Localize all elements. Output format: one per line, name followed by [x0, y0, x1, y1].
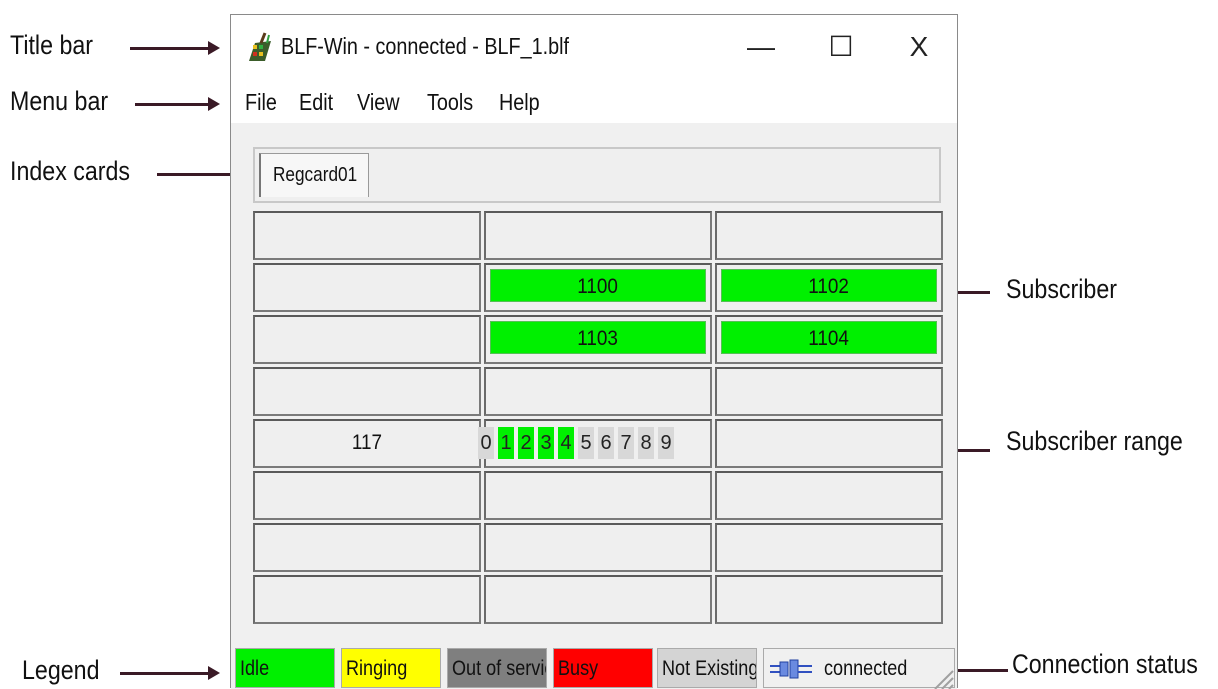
grid-cell[interactable]: [715, 419, 943, 468]
grid-cell[interactable]: [484, 523, 712, 572]
resize-grip-icon[interactable]: [929, 667, 955, 689]
grid-cell[interactable]: [484, 211, 712, 260]
menu-view[interactable]: View: [357, 89, 400, 116]
grid-cell[interactable]: [715, 575, 943, 624]
menu-file[interactable]: File: [245, 89, 277, 116]
menu-edit[interactable]: Edit: [299, 89, 333, 116]
subscriber-1100[interactable]: 1100: [490, 269, 706, 302]
blf-app-icon: [249, 32, 271, 61]
range-digit[interactable]: 1: [498, 427, 514, 459]
legend-not-existing: Not Existing: [657, 648, 757, 688]
grid-cell[interactable]: [484, 471, 712, 520]
subscriber-cell[interactable]: 1102: [715, 263, 943, 312]
connection-status: connected: [763, 648, 955, 688]
callout-index-cards: Index cards: [10, 156, 131, 186]
legend-busy: Busy: [553, 648, 653, 688]
window-title: BLF-Win - connected - BLF_1.blf: [281, 33, 570, 59]
menu-bar: File Edit View Tools Help: [231, 81, 957, 123]
index-cards: Regcard01: [253, 147, 941, 203]
range-digit[interactable]: 9: [658, 427, 674, 459]
grid-cell[interactable]: [484, 367, 712, 416]
grid-cell[interactable]: [715, 211, 943, 260]
grid-cell[interactable]: [253, 263, 481, 312]
grid-cell[interactable]: [715, 367, 943, 416]
range-digit[interactable]: 2: [518, 427, 534, 459]
range-digit[interactable]: 8: [638, 427, 654, 459]
grid-cell[interactable]: [253, 211, 481, 260]
callout-connection-status: Connection status: [1012, 649, 1198, 679]
legend-idle: Idle: [235, 648, 335, 688]
maximize-button[interactable]: ☐: [821, 29, 861, 65]
arrow-menu-bar: [135, 97, 220, 111]
subscriber-range-digits: 0 1 2 3 4 5 6 7 8 9: [478, 427, 674, 459]
callout-subscriber: Subscriber: [1006, 274, 1117, 304]
callout-legend: Legend: [22, 655, 100, 685]
arrow-title-bar: [130, 41, 220, 55]
connection-status-text: connected: [824, 657, 908, 680]
grid-cell[interactable]: [715, 471, 943, 520]
status-bar: Idle Ringing Out of service Busy Not Exi…: [231, 643, 957, 689]
subscriber-1102[interactable]: 1102: [721, 269, 937, 302]
menu-tools[interactable]: Tools: [427, 89, 473, 116]
tab-regcard01[interactable]: Regcard01: [259, 153, 369, 197]
grid-cell[interactable]: [253, 471, 481, 520]
subscriber-range-label: 117: [351, 431, 383, 454]
callout-menu-bar: Menu bar: [10, 86, 109, 116]
minimize-button[interactable]: —: [741, 29, 781, 65]
range-label-cell[interactable]: 117: [253, 419, 481, 468]
legend-ringing: Ringing: [341, 648, 441, 688]
tab-label: Regcard01: [273, 164, 358, 186]
grid-cell[interactable]: [253, 367, 481, 416]
arrow-legend: [120, 666, 220, 680]
close-button[interactable]: X: [899, 29, 939, 65]
grid-cell[interactable]: [253, 315, 481, 364]
range-digit[interactable]: 0: [478, 427, 494, 459]
range-digit[interactable]: 4: [558, 427, 574, 459]
subscriber-1104[interactable]: 1104: [721, 321, 937, 354]
plug-icon: [770, 659, 812, 679]
blf-win-window: BLF-Win - connected - BLF_1.blf — ☐ X Fi…: [230, 14, 958, 689]
range-digit[interactable]: 3: [538, 427, 554, 459]
range-digit[interactable]: 5: [578, 427, 594, 459]
grid-cell[interactable]: [715, 523, 943, 572]
grid-cell[interactable]: [253, 575, 481, 624]
grid-cell[interactable]: [484, 575, 712, 624]
callout-title-bar: Title bar: [10, 30, 94, 60]
callout-subscriber-range: Subscriber range: [1006, 426, 1183, 456]
client-area: Regcard01 1100 1102 1103 1104 117 0 1 2 …: [231, 123, 957, 643]
range-digit[interactable]: 6: [598, 427, 614, 459]
subscriber-cell[interactable]: 1104: [715, 315, 943, 364]
title-bar: BLF-Win - connected - BLF_1.blf — ☐ X: [231, 15, 957, 81]
legend-out-of-service: Out of service: [447, 648, 547, 688]
subscriber-cell[interactable]: 1100: [484, 263, 712, 312]
subscriber-cell[interactable]: 1103: [484, 315, 712, 364]
subscriber-range-cell[interactable]: 0 1 2 3 4 5 6 7 8 9: [478, 419, 712, 468]
subscriber-1103[interactable]: 1103: [490, 321, 706, 354]
menu-help[interactable]: Help: [499, 89, 540, 116]
range-digit[interactable]: 7: [618, 427, 634, 459]
grid-cell[interactable]: [253, 523, 481, 572]
